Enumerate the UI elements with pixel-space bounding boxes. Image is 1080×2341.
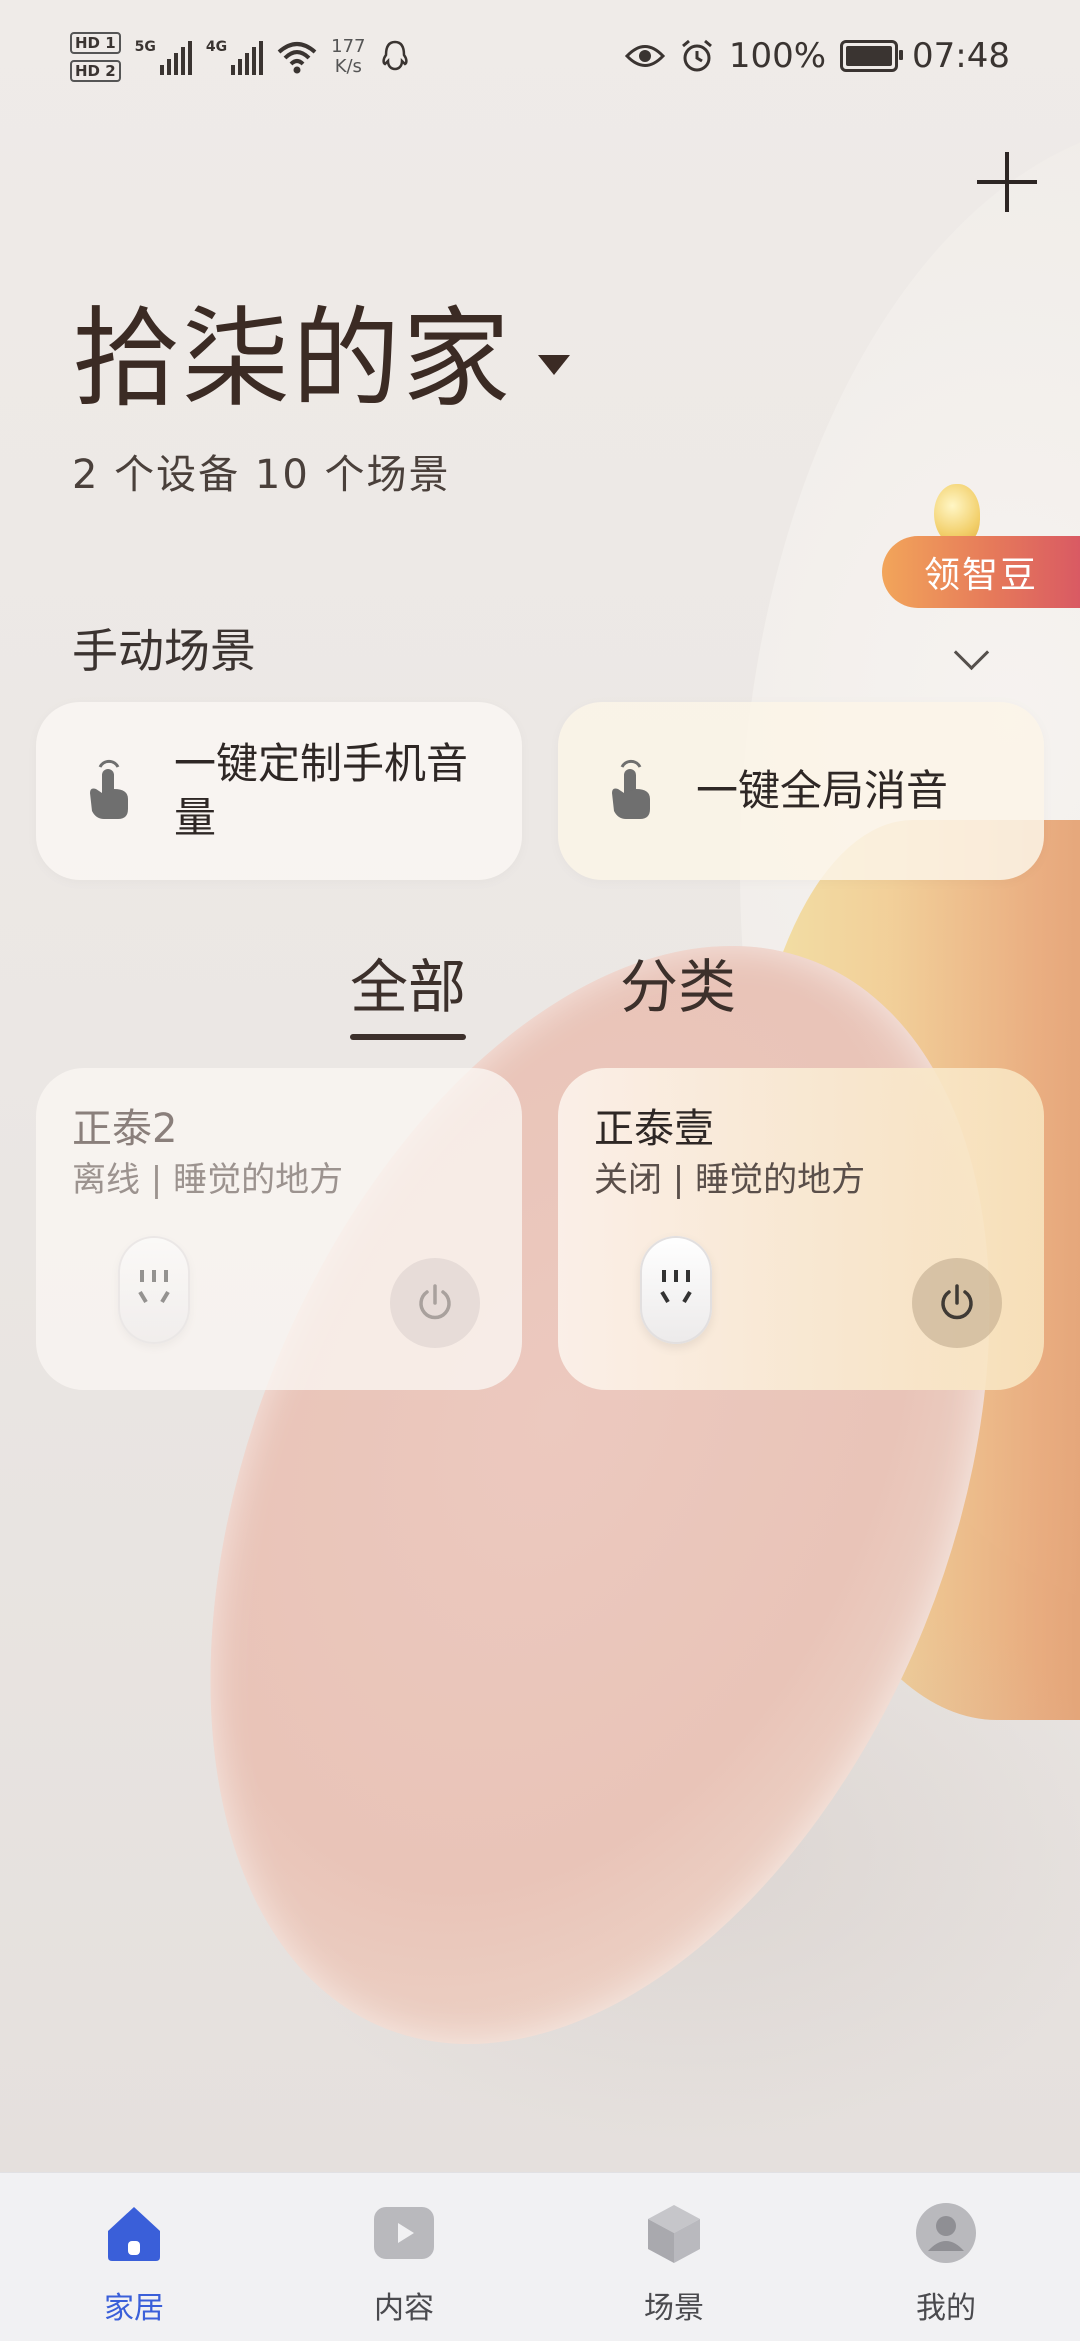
cube-icon	[648, 2205, 700, 2263]
add-button[interactable]	[975, 150, 1039, 214]
sig1-label: 5G	[134, 39, 156, 55]
nav-label: 我的	[916, 2291, 976, 2326]
device-name: 正泰2	[72, 1106, 178, 1152]
profile-icon	[916, 2203, 976, 2263]
device-card-offline[interactable]: 正泰2 离线 | 睡觉的地方	[36, 1068, 522, 1390]
assistant-label: 领智豆	[882, 536, 1080, 608]
chevron-down-icon[interactable]	[955, 640, 985, 670]
sig2-label: 4G	[205, 39, 228, 55]
battery-icon	[840, 40, 904, 72]
nav-label: 家居	[104, 2291, 164, 2326]
section-title-manual-scenes: 手动场景	[72, 624, 256, 678]
alarm-icon	[681, 39, 712, 72]
device-status: 离线 | 睡觉的地方	[72, 1160, 344, 1200]
play-icon	[374, 2207, 434, 2259]
hd2-label: HD 2	[70, 60, 121, 82]
nav-item-content[interactable]: 内容	[304, 2173, 504, 2341]
nav-item-profile[interactable]: 我的	[846, 2173, 1046, 2341]
scene-card-volume[interactable]: 一键定制手机音量	[36, 702, 522, 880]
power-icon	[941, 1284, 973, 1320]
bottom-navigation: 家居 内容 场景 我的	[0, 2172, 1080, 2341]
scene-card-mute[interactable]: 一键全局消音	[558, 702, 1044, 880]
smart-plug-icon	[640, 1236, 712, 1344]
tap-hand-icon	[90, 759, 128, 819]
net-speed-value: 177	[331, 36, 366, 57]
qq-icon	[381, 40, 408, 71]
hd-indicator: HD 1 HD 2	[70, 32, 121, 82]
power-button[interactable]	[390, 1258, 480, 1348]
nav-label: 内容	[374, 2291, 434, 2326]
smart-plug-icon	[118, 1236, 190, 1344]
signal-5g-icon: 5G	[135, 39, 192, 75]
scene-label: 一键全局消音	[696, 766, 949, 815]
device-name: 正泰壹	[594, 1106, 714, 1152]
home-icon	[108, 2207, 160, 2261]
home-name: 拾柒的家	[72, 297, 513, 422]
eye-comfort-icon	[624, 45, 665, 67]
home-selector[interactable]: 拾柒的家	[72, 297, 571, 422]
home-summary: 2 个设备 10 个场景	[72, 452, 451, 498]
wifi-icon	[277, 42, 317, 74]
network-speed: 177 K/s	[331, 37, 365, 77]
tab-category[interactable]: 分类	[620, 940, 736, 1024]
scene-label: 一键定制手机音量	[174, 739, 469, 842]
tap-hand-icon	[612, 759, 650, 819]
hd1-label: HD 1	[70, 32, 121, 54]
battery-percent: 100%	[728, 36, 827, 76]
status-bar: HD 1 HD 2 5G 4G 177 K/s 100% 07:48	[0, 0, 1080, 120]
device-tabs: 全部 分类	[0, 940, 1080, 1050]
dropdown-caret-icon	[538, 355, 571, 375]
clock: 07:48	[912, 36, 1010, 76]
power-icon	[419, 1284, 451, 1320]
net-speed-unit: K/s	[334, 56, 362, 77]
signal-4g-icon: 4G	[205, 39, 264, 75]
tab-all[interactable]: 全部	[350, 940, 467, 1040]
device-status: 关闭 | 睡觉的地方	[594, 1160, 866, 1200]
nav-label: 场景	[644, 2291, 704, 2326]
nav-item-scenes[interactable]: 场景	[574, 2173, 774, 2341]
device-card-online[interactable]: 正泰壹 关闭 | 睡觉的地方	[558, 1068, 1044, 1390]
power-button[interactable]	[912, 1258, 1002, 1348]
assistant-badge[interactable]: 领智豆	[882, 480, 1080, 610]
nav-item-home[interactable]: 家居	[34, 2173, 234, 2341]
